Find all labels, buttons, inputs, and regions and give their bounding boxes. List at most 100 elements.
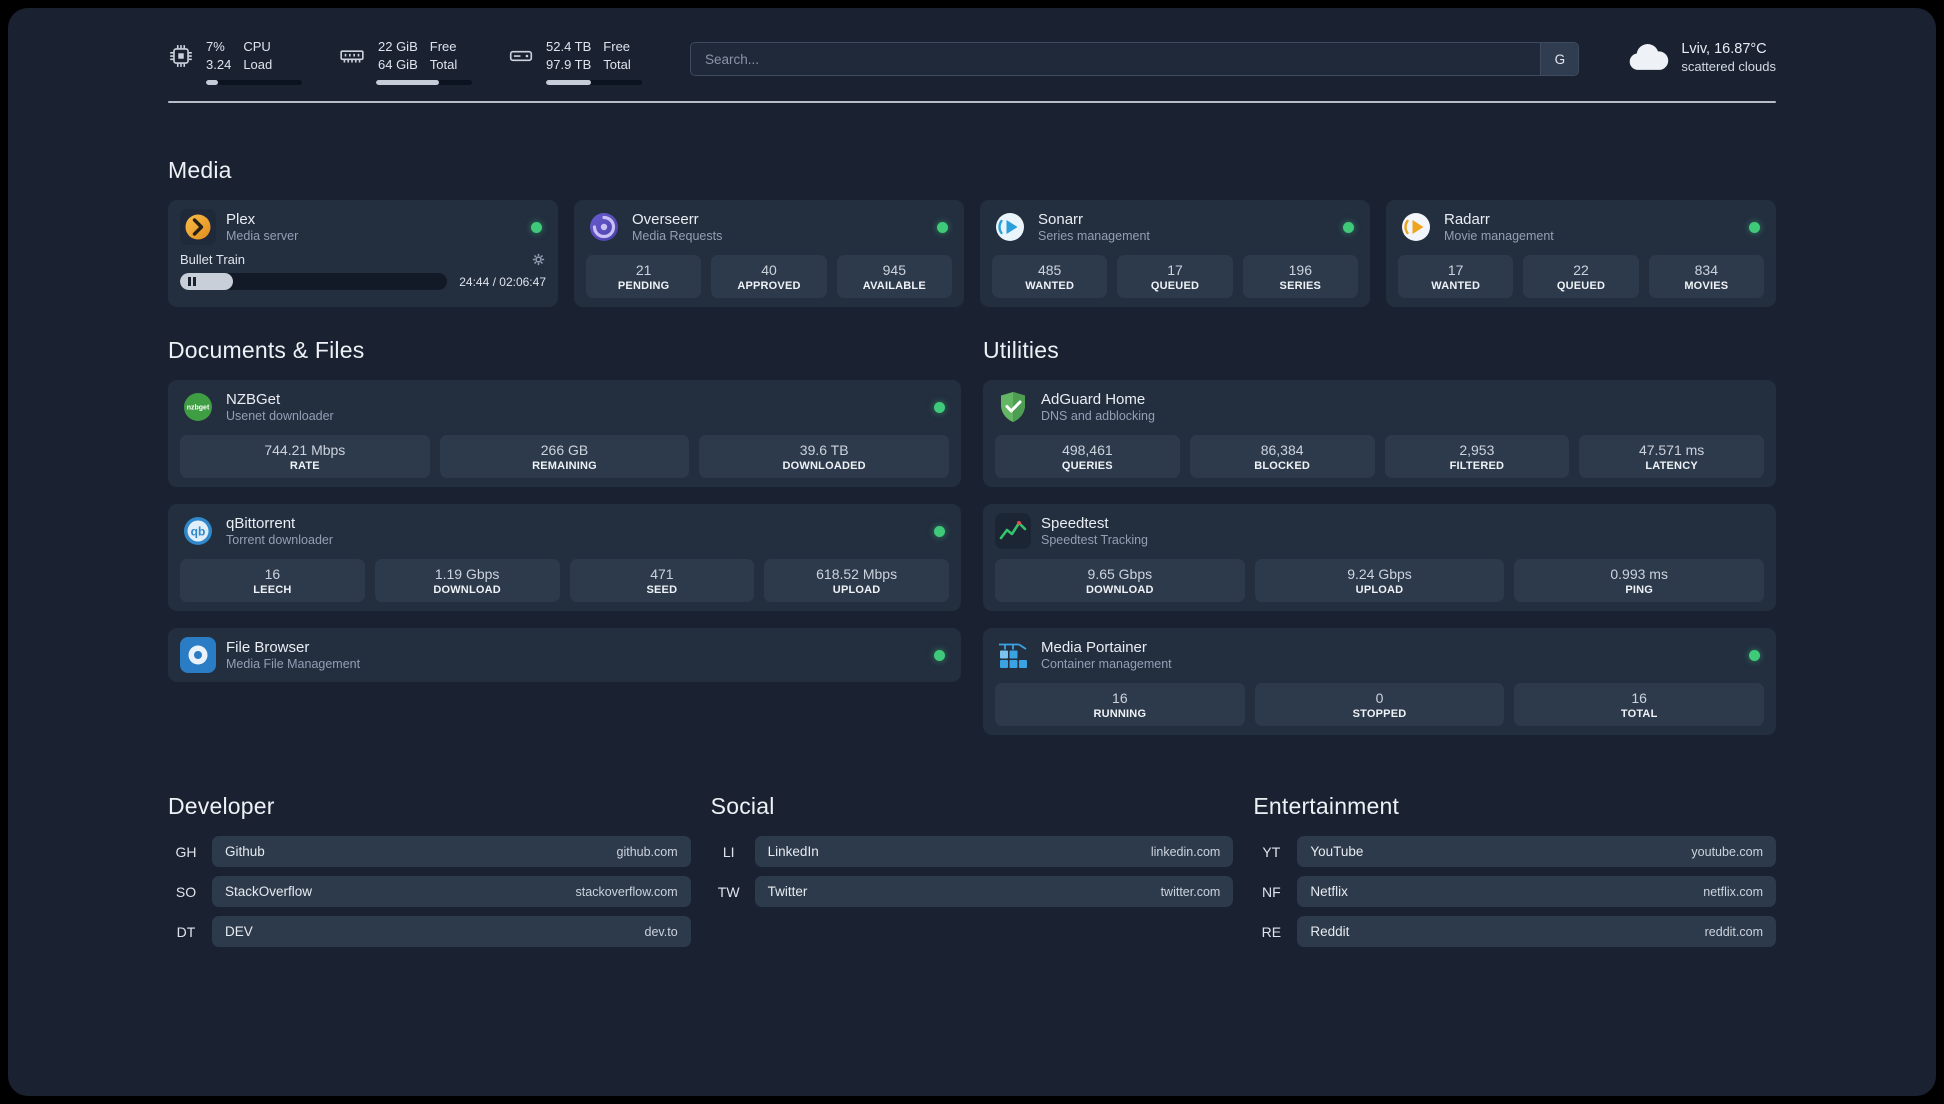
entertainment-bookmarks: Entertainment YT YouTube youtube.com NF … [1253, 793, 1776, 956]
app-card-radarr[interactable]: Radarr Movie management 17 WANTED 22 QUE… [1386, 200, 1776, 308]
bookmark-abbr: NF [1261, 883, 1281, 900]
filebrowser-icon [180, 637, 216, 674]
utilities-section-title: Utilities [983, 337, 1059, 364]
app-card-plex[interactable]: Plex Media server Bullet Train 24:44 / 0… [168, 200, 558, 308]
app-card-nzbget[interactable]: nzbget NZBGet Usenet downloader 744.21 M… [168, 380, 961, 488]
ram-free-value: 22 GiB [378, 39, 418, 54]
stat-tile: 744.21 Mbps RATE [180, 435, 430, 479]
search-engine-button[interactable]: G [1540, 43, 1579, 75]
nzbget-icon: nzbget [180, 389, 216, 425]
stat-tile: 16 RUNNING [995, 683, 1245, 727]
ram-total-value: 64 GiB [378, 56, 418, 72]
ram-free-label: Free [429, 39, 457, 54]
documents-section: Documents & Files nzbget NZBGet Usenet d… [168, 337, 961, 683]
bookmark-youtube[interactable]: YT YouTube youtube.com [1253, 836, 1776, 868]
topbar-divider [168, 101, 1776, 104]
stat-tile: 40 APPROVED [711, 255, 827, 299]
app-name: NZBGet [226, 391, 281, 409]
app-card-overseerr[interactable]: Overseerr Media Requests 21 PENDING 40 A… [574, 200, 964, 308]
app-subtitle: Container management [1041, 657, 1172, 672]
bookmark-linkedin[interactable]: LI LinkedIn linkedin.com [711, 836, 1234, 868]
bookmark-github[interactable]: GH Github github.com [168, 836, 691, 868]
stat-value: 16 [264, 566, 281, 583]
stat-value: 9.65 Gbps [1087, 566, 1153, 583]
adguard-icon [995, 389, 1031, 425]
disk-free-value: 52.4 TB [546, 39, 592, 54]
bookmark-abbr: DT [176, 923, 196, 940]
app-card-filebrowser[interactable]: File Browser Media File Management [168, 628, 961, 683]
ram-progress-fill [376, 80, 440, 86]
cpu-label: CPU [243, 39, 271, 54]
stat-value: 40 [761, 262, 777, 279]
bookmark-dev[interactable]: DT DEV dev.to [168, 916, 691, 948]
app-card-speedtest[interactable]: Speedtest Speedtest Tracking 9.65 Gbps D… [983, 504, 1776, 612]
stat-label: FILTERED [1449, 460, 1505, 473]
app-subtitle: Movie management [1444, 229, 1554, 244]
stat-tile: 16 TOTAL [1514, 683, 1765, 727]
stat-tile: 1.19 Gbps DOWNLOAD [374, 559, 560, 603]
disk-total-label: Total [603, 56, 631, 72]
stat-value: 47.571 ms [1638, 442, 1705, 459]
disk-free-label: Free [603, 39, 631, 54]
stat-label: PING [1625, 584, 1654, 597]
status-dot [937, 221, 948, 233]
stat-value: 1.19 Gbps [434, 566, 500, 583]
bookmark-abbr: LI [722, 843, 735, 860]
plex-icon [180, 209, 216, 246]
app-card-qbittorrent[interactable]: qb qBittorrent Torrent downloader 16 LEE… [168, 504, 961, 612]
stat-label: PENDING [617, 280, 670, 293]
documents-section-title: Documents & Files [168, 337, 365, 364]
status-dot [1343, 221, 1354, 233]
app-name: qBittorrent [226, 515, 296, 533]
cpu-load-value: 3.24 [206, 56, 232, 72]
cpu-progress-bar [206, 80, 302, 86]
ram-total-label: Total [429, 56, 458, 72]
stat-label: SERIES [1279, 280, 1322, 293]
stat-tile: 618.52 Mbps UPLOAD [764, 559, 949, 603]
playback-time: 24:44 / 02:06:47 [459, 274, 546, 289]
playback-progress-bar[interactable] [180, 273, 448, 291]
svg-text:qb: qb [191, 525, 206, 539]
stat-label: UPLOAD [832, 584, 881, 597]
stat-label: AVAILABLE [862, 280, 926, 293]
app-subtitle: Series management [1038, 229, 1150, 244]
app-name: Overseerr [632, 211, 699, 229]
pause-icon[interactable] [188, 277, 196, 287]
stat-tile: 2,953 FILTERED [1384, 435, 1570, 479]
stat-tile: 9.65 Gbps DOWNLOAD [995, 559, 1245, 603]
stat-label: LEECH [253, 584, 292, 597]
dashboard-window: 7% 3.24 CPU Load 22 GiB 64 GiB Free Tota… [8, 8, 1936, 1096]
bookmark-abbr: SO [175, 883, 197, 900]
search-input[interactable] [691, 43, 1541, 75]
app-card-adguard[interactable]: AdGuard Home DNS and adblocking 498,461 … [983, 380, 1776, 488]
bookmark-twitter[interactable]: TW Twitter twitter.com [711, 876, 1234, 908]
bookmark-name: DEV [225, 924, 253, 940]
stat-value: 471 [650, 566, 674, 583]
speedtest-icon [995, 513, 1031, 550]
stat-label: LATENCY [1645, 460, 1698, 473]
stat-tile: 86,384 BLOCKED [1189, 435, 1375, 479]
stat-tile: 16 LEECH [180, 559, 365, 603]
stat-label: DOWNLOAD [433, 584, 501, 597]
gear-icon[interactable] [531, 252, 546, 267]
stat-value: 17 [1447, 262, 1464, 279]
weather-widget: Lviv, 16.87°C scattered clouds [1625, 41, 1776, 74]
bookmark-reddit[interactable]: RE Reddit reddit.com [1253, 916, 1776, 948]
dashboard-content: 7% 3.24 CPU Load 22 GiB 64 GiB Free Tota… [168, 8, 1776, 956]
disk-progress-bar [546, 80, 642, 86]
bookmark-netflix[interactable]: NF Netflix netflix.com [1253, 876, 1776, 908]
app-subtitle: Speedtest Tracking [1041, 533, 1149, 548]
stat-value: 17 [1167, 262, 1183, 279]
app-card-sonarr[interactable]: Sonarr Series management 485 WANTED 17 Q… [980, 200, 1370, 308]
stat-tile: 39.6 TB DOWNLOADED [699, 435, 950, 479]
stat-tile: 47.571 ms LATENCY [1579, 435, 1764, 479]
bookmark-url: netflix.com [1703, 884, 1763, 899]
now-playing-title: Bullet Train [180, 252, 246, 268]
stat-label: DOWNLOAD [1086, 584, 1154, 597]
stat-label: QUEUED [1556, 280, 1606, 293]
cpu-monitor: 7% 3.24 CPU Load [168, 38, 302, 86]
app-card-portainer[interactable]: Media Portainer Container management 16 … [983, 628, 1776, 736]
bookmark-stackoverflow[interactable]: SO StackOverflow stackoverflow.com [168, 876, 691, 908]
bookmark-url: youtube.com [1691, 844, 1763, 859]
app-subtitle: Media Requests [632, 229, 723, 244]
